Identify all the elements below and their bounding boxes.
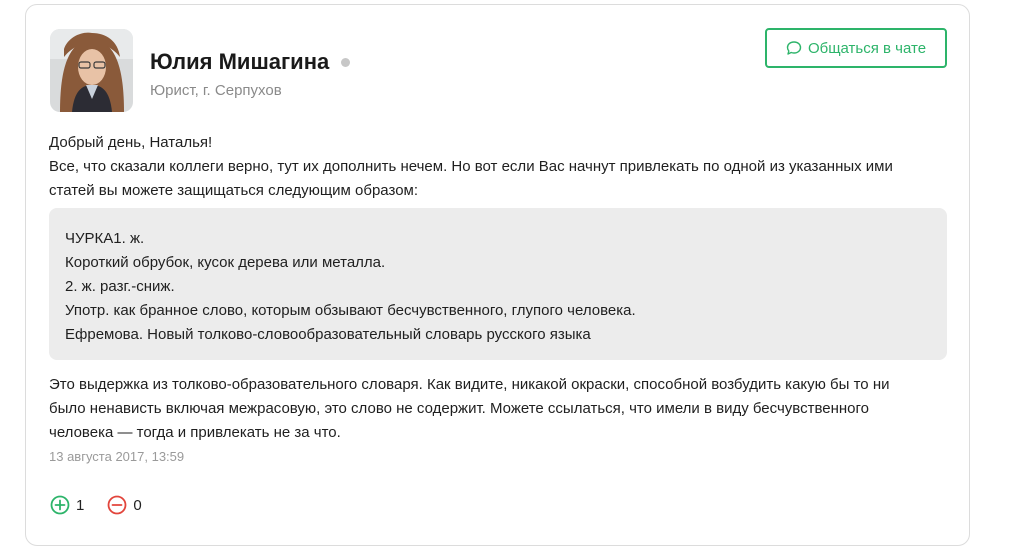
- message-line: Добрый день, Наталья!: [49, 134, 213, 151]
- author-name[interactable]: Юлия Мишагина: [150, 49, 329, 75]
- message-date: 13 августа 2017, 13:59: [49, 449, 185, 464]
- answer-card: Юлия Мишагина Юрист, г. Серпухов Общатьс…: [25, 4, 970, 546]
- chat-button-label: Общаться в чате: [807, 39, 927, 57]
- upvote-count: 1: [76, 496, 85, 514]
- plus-circle-icon: [50, 495, 70, 515]
- avatar[interactable]: [50, 29, 133, 112]
- vote-bar: 1 0: [50, 495, 142, 515]
- upvote-button[interactable]: 1: [50, 495, 84, 515]
- message-line: Это выдержка из толково-образовательного…: [49, 376, 890, 393]
- avatar-photo: [50, 29, 133, 112]
- author-name-row: Юлия Мишагина: [150, 49, 351, 75]
- minus-circle-icon: [107, 495, 127, 515]
- message-intro: Добрый день, Наталья! Все, что сказали к…: [49, 131, 949, 203]
- chat-button[interactable]: Общаться в чате: [765, 28, 947, 68]
- message-line: Все, что сказали коллеги верно, тут их д…: [49, 158, 893, 175]
- message-outro: Это выдержка из толково-образовательного…: [49, 373, 949, 445]
- downvote-count: 0: [133, 496, 142, 514]
- downvote-button[interactable]: 0: [107, 495, 142, 515]
- message-line: человека — тогда и привлекать не за что.: [49, 424, 341, 441]
- quote-line: Употр. как бранное слово, которым обзыва…: [65, 302, 636, 319]
- status-dot: [341, 57, 351, 67]
- quote-block: ЧУРКА1. ж. Короткий обрубок, кусок дерев…: [49, 208, 947, 360]
- chat-bubble-icon: [786, 41, 802, 55]
- quote-line: ЧУРКА1. ж.: [65, 230, 145, 247]
- quote-line: Ефремова. Новый толково-словообразовател…: [65, 326, 591, 343]
- message-line: статей вы можете защищаться следующим об…: [49, 182, 419, 199]
- author-role: Юрист, г. Серпухов: [150, 82, 282, 99]
- message-line: было ненависть включая межрасовую, это с…: [49, 400, 869, 417]
- quote-line: 2. ж. разг.-сниж.: [65, 278, 175, 295]
- quote-line: Короткий обрубок, кусок дерева или метал…: [65, 254, 386, 271]
